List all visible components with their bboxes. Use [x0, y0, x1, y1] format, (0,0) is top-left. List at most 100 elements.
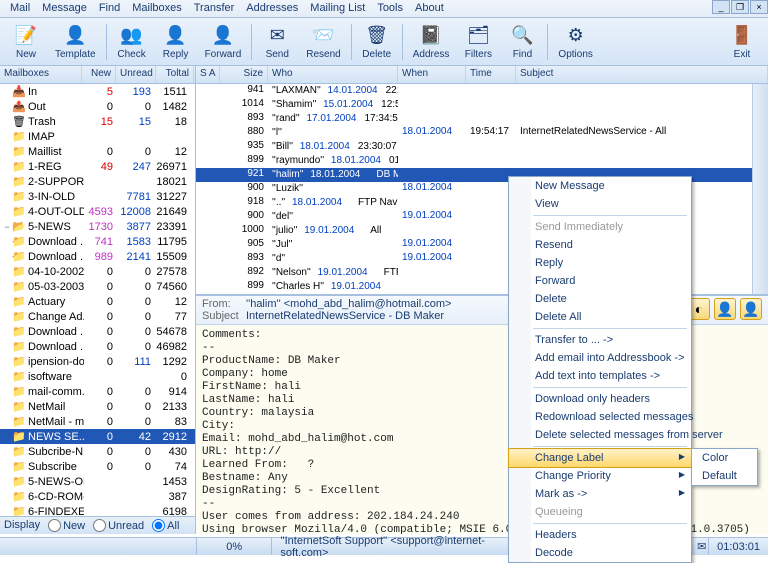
col-subject[interactable]: Subject	[516, 66, 768, 83]
display-unread[interactable]: Unread	[93, 519, 144, 532]
folder-news-se---[interactable]: 📁NEWS SE...0422912	[0, 429, 195, 444]
window-minimize[interactable]: _	[712, 0, 730, 14]
ctx-sub-color[interactable]: Color	[692, 449, 757, 467]
menu-about[interactable]: About	[409, 0, 450, 17]
menu-mail[interactable]: Mail	[4, 0, 36, 17]
context-menu[interactable]: New MessageViewSend ImmediatelyResendRep…	[508, 176, 692, 563]
options-button[interactable]: ⚙Options	[552, 22, 598, 62]
ctx-delete-selected-messages-from-server[interactable]: Delete selected messages from server	[509, 426, 691, 444]
folder-download----[interactable]: +📁Download ...741158311795	[0, 234, 195, 249]
message-row[interactable]: 935''Bill'' 18.01.200423:30:07InternetRe…	[196, 140, 752, 154]
col-mailboxes[interactable]: Mailboxes	[0, 66, 82, 83]
col-size[interactable]: Size	[220, 66, 268, 83]
message-row[interactable]: 880''l'' 18.01.200419:54:17InternetRelat…	[196, 126, 752, 140]
ctx-delete-all[interactable]: Delete All	[509, 308, 691, 326]
message-row[interactable]: 893''rand'' 17.01.200417:34:59InternetRe…	[196, 112, 752, 126]
folder-3-in-old[interactable]: 📁3-IN-OLD778131227	[0, 189, 195, 204]
ctx-add-email-into-addressbook---[interactable]: Add email into Addressbook ->	[509, 349, 691, 367]
folder-4-out-old[interactable]: 📁4-OUT-OLD45931200821649	[0, 204, 195, 219]
scrollbar[interactable]	[752, 84, 768, 294]
ctx-mark-as---[interactable]: Mark as ->	[509, 485, 691, 503]
folder-05-03-2003---[interactable]: 📁05-03-2003...0074560	[0, 279, 195, 294]
folder-download----[interactable]: +📁Download ...989214115509	[0, 249, 195, 264]
preview-tool-3[interactable]: 👤	[740, 298, 762, 320]
message-row[interactable]: 941''LAXMAN'' 14.01.200422:35:33Internet…	[196, 84, 752, 98]
folder-maillist[interactable]: 📁Maillist0012	[0, 144, 195, 159]
check-button[interactable]: 👥Check	[111, 22, 153, 62]
menu-find[interactable]: Find	[93, 0, 126, 17]
find-button[interactable]: 🔍Find	[501, 22, 543, 62]
window-restore[interactable]: ❐	[731, 0, 749, 14]
window-close[interactable]: ×	[750, 0, 768, 14]
folder-download----[interactable]: 📁Download ...0046982	[0, 339, 195, 354]
col-total[interactable]: Toltal	[156, 66, 194, 83]
ctx-add-text-into-templates---[interactable]: Add text into templates ->	[509, 367, 691, 385]
folder-6-findexe[interactable]: 📁6-FINDEXE6198	[0, 504, 195, 516]
reply-button[interactable]: 👤Reply	[155, 22, 197, 62]
folder-imap[interactable]: 📁IMAP	[0, 129, 195, 144]
folder-out[interactable]: 📤Out001482	[0, 99, 195, 114]
display-all[interactable]: All	[152, 519, 179, 532]
folder-isoftware[interactable]: 📁isoftware0	[0, 369, 195, 384]
address-button[interactable]: 📓Address	[407, 22, 456, 62]
col-sa[interactable]: S A	[196, 66, 220, 83]
folder-04-10-2002---[interactable]: 📁04-10-2002...0027578	[0, 264, 195, 279]
ctx-redownload-selected-messages[interactable]: Redownload selected messages	[509, 408, 691, 426]
folder-5-news-old[interactable]: 📁5-NEWS-OLD1453	[0, 474, 195, 489]
resend-button[interactable]: 📨Resend	[300, 22, 346, 62]
ctx-change-priority[interactable]: Change Priority	[509, 467, 691, 485]
folder-netmail---m---[interactable]: 📁NetMail - m...0083	[0, 414, 195, 429]
menu-message[interactable]: Message	[36, 0, 93, 17]
ctx-forward[interactable]: Forward	[509, 272, 691, 290]
ctx-change-label[interactable]: Change LabelColorDefault	[508, 448, 692, 468]
ctx-view[interactable]: View	[509, 195, 691, 213]
folder-tree[interactable]: 📥In51931511📤Out001482🗑Trash151518📁IMAP📁M…	[0, 84, 195, 516]
menu-transfer[interactable]: Transfer	[188, 0, 241, 17]
folder-in[interactable]: 📥In51931511	[0, 84, 195, 99]
new-button[interactable]: 📝New	[5, 22, 47, 62]
folder-1-reg[interactable]: 📁1-REG4924726971	[0, 159, 195, 174]
ctx-delete[interactable]: Delete	[509, 290, 691, 308]
folder-ipension-do---[interactable]: 📁ipension-do...01111292	[0, 354, 195, 369]
delete-button[interactable]: 🗑Delete	[356, 22, 398, 62]
folder-5-news[interactable]: −📂5-NEWS1730387723391	[0, 219, 195, 234]
ctx-resend[interactable]: Resend	[509, 236, 691, 254]
menu-addresses[interactable]: Addresses	[240, 0, 304, 17]
forward-button[interactable]: 👤Forward	[199, 22, 248, 62]
folder-subscribe[interactable]: 📁Subscribe0074	[0, 459, 195, 474]
col-new[interactable]: New	[82, 66, 116, 83]
exit-button[interactable]: 🚪Exit	[721, 22, 763, 62]
display-new[interactable]: New	[48, 519, 85, 532]
ctx-new-message[interactable]: New Message	[509, 177, 691, 195]
message-row[interactable]: 1014''Shamim'' 15.01.200412:50:48Interne…	[196, 98, 752, 112]
ctx-download-only-headers[interactable]: Download only headers	[509, 390, 691, 408]
folder-2-support[interactable]: 📁2-SUPPORT18021	[0, 174, 195, 189]
message-row[interactable]: 899''raymundo'' 18.01.200401:41:53Intern…	[196, 154, 752, 168]
ctx-transfer-to-------[interactable]: Transfer to ... ->	[509, 331, 691, 349]
menu-mailboxes[interactable]: Mailboxes	[126, 0, 188, 17]
menu-mailing-list[interactable]: Mailing List	[304, 0, 371, 17]
ctx-reply[interactable]: Reply	[509, 254, 691, 272]
send-button[interactable]: ✉Send	[256, 22, 298, 62]
col-unread[interactable]: Unread	[116, 66, 156, 83]
menu-tools[interactable]: Tools	[371, 0, 409, 17]
folder-icon: 📁	[12, 460, 26, 473]
folder-subcribe-n---[interactable]: 📁Subcribe-N...00430	[0, 444, 195, 459]
folder-netmail[interactable]: 📁NetMail002133	[0, 399, 195, 414]
col-time[interactable]: Time	[466, 66, 516, 83]
col-when[interactable]: When	[398, 66, 466, 83]
folder-download----[interactable]: 📁Download ...0054678	[0, 324, 195, 339]
folder-mail-comm---[interactable]: 📁mail-comm...00914	[0, 384, 195, 399]
folder-change-ad---[interactable]: 📁Change Ad...0077	[0, 309, 195, 324]
preview-tool-2[interactable]: 👤	[714, 298, 736, 320]
filters-button[interactable]: 🗂Filters	[457, 22, 499, 62]
folder-trash[interactable]: 🗑Trash151518	[0, 114, 195, 129]
folder-icon: 📤	[12, 100, 26, 113]
col-who[interactable]: Who	[268, 66, 398, 83]
ctx-headers[interactable]: Headers	[509, 526, 691, 544]
ctx-sub-default[interactable]: Default	[692, 467, 757, 485]
ctx-decode[interactable]: Decode	[509, 544, 691, 562]
folder-actuary[interactable]: 📁Actuary0012	[0, 294, 195, 309]
folder-6-cd-rom-ca---[interactable]: 📁6-CD-ROM-CA...387	[0, 489, 195, 504]
template-button[interactable]: 👤Template	[49, 22, 102, 62]
